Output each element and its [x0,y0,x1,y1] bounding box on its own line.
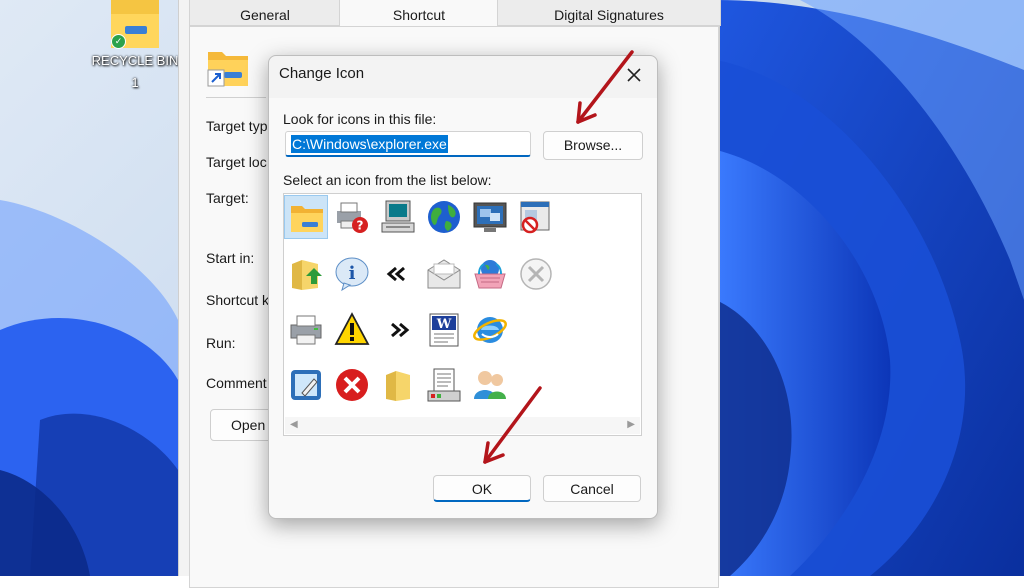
printer-help-icon[interactable]: ? [330,195,374,239]
recycle-bin-shortcut[interactable]: ✓ RECYCLE BIN 1 [90,0,180,94]
folder-icon: ✓ [103,0,167,50]
target-location-label: Target loc [206,154,267,170]
scroll-right-arrow-icon[interactable]: ▶ [627,419,635,430]
target-type-label: Target typ [206,118,268,134]
ok-button[interactable]: OK [433,475,531,502]
globe-icon[interactable] [422,195,466,239]
svg-text:i: i [349,263,356,284]
folder-icon[interactable] [284,195,328,239]
envelope-icon[interactable] [422,252,466,296]
browse-button[interactable]: Browse... [543,131,643,160]
tab-digital-signatures[interactable]: Digital Signatures [497,0,721,26]
icon-file-path-value: C:\Windows\explorer.exe [291,135,448,153]
tablet-pen-icon[interactable] [284,363,328,407]
warning-icon[interactable] [330,308,374,352]
svg-text:W: W [436,317,452,332]
properties-tabs: General Shortcut Digital Signatures [189,0,721,27]
scroll-left-arrow-icon[interactable]: ◀ [290,419,298,430]
svg-text:?: ? [357,219,364,233]
folder-up-arrow-icon[interactable] [284,252,328,296]
shortcut-key-label: Shortcut k [206,292,270,308]
shortcut-folder-icon [206,46,250,88]
red-x-icon[interactable] [330,363,374,407]
document-list-icon[interactable] [422,363,466,407]
close-icon[interactable] [621,62,647,88]
printer-icon[interactable] [284,308,328,352]
tab-general[interactable]: General [189,0,341,26]
target-label: Target: [206,190,249,206]
computer-icon[interactable] [376,195,420,239]
icon-file-path-input[interactable]: C:\Windows\explorer.exe [285,131,531,157]
users-icon[interactable] [468,363,512,407]
basket-globe-icon[interactable] [468,252,512,296]
rewind-icon[interactable] [376,252,420,296]
run-label: Run: [206,335,236,351]
info-bubble-icon[interactable]: i [330,252,374,296]
dialog-title: Change Icon [279,65,365,82]
change-icon-dialog: Change Icon Look for icons in this file:… [268,55,658,519]
monitor-windows-icon[interactable] [468,195,512,239]
sync-check-icon: ✓ [111,34,126,49]
select-icon-label: Select an icon from the list below: [283,172,492,188]
word-document-icon[interactable]: W [422,308,466,352]
start-in-label: Start in: [206,250,255,266]
circle-x-icon[interactable] [514,252,558,296]
internet-explorer-icon[interactable] [468,308,512,352]
horizontal-scrollbar[interactable]: ◀ ▶ [285,417,640,434]
window-blocked-icon[interactable] [514,195,558,239]
icon-list[interactable]: ? i W ◀ ▶ [283,193,642,436]
folder-plain-icon[interactable] [376,363,420,407]
look-for-icons-label: Look for icons in this file: [283,111,437,127]
comment-label: Comment [206,375,267,391]
recycle-bin-label: RECYCLE BIN 1 [91,53,179,90]
separator-line [206,97,266,98]
tab-shortcut[interactable]: Shortcut [339,0,499,27]
cancel-button[interactable]: Cancel [543,475,641,502]
fast-forward-icon[interactable] [376,308,420,352]
